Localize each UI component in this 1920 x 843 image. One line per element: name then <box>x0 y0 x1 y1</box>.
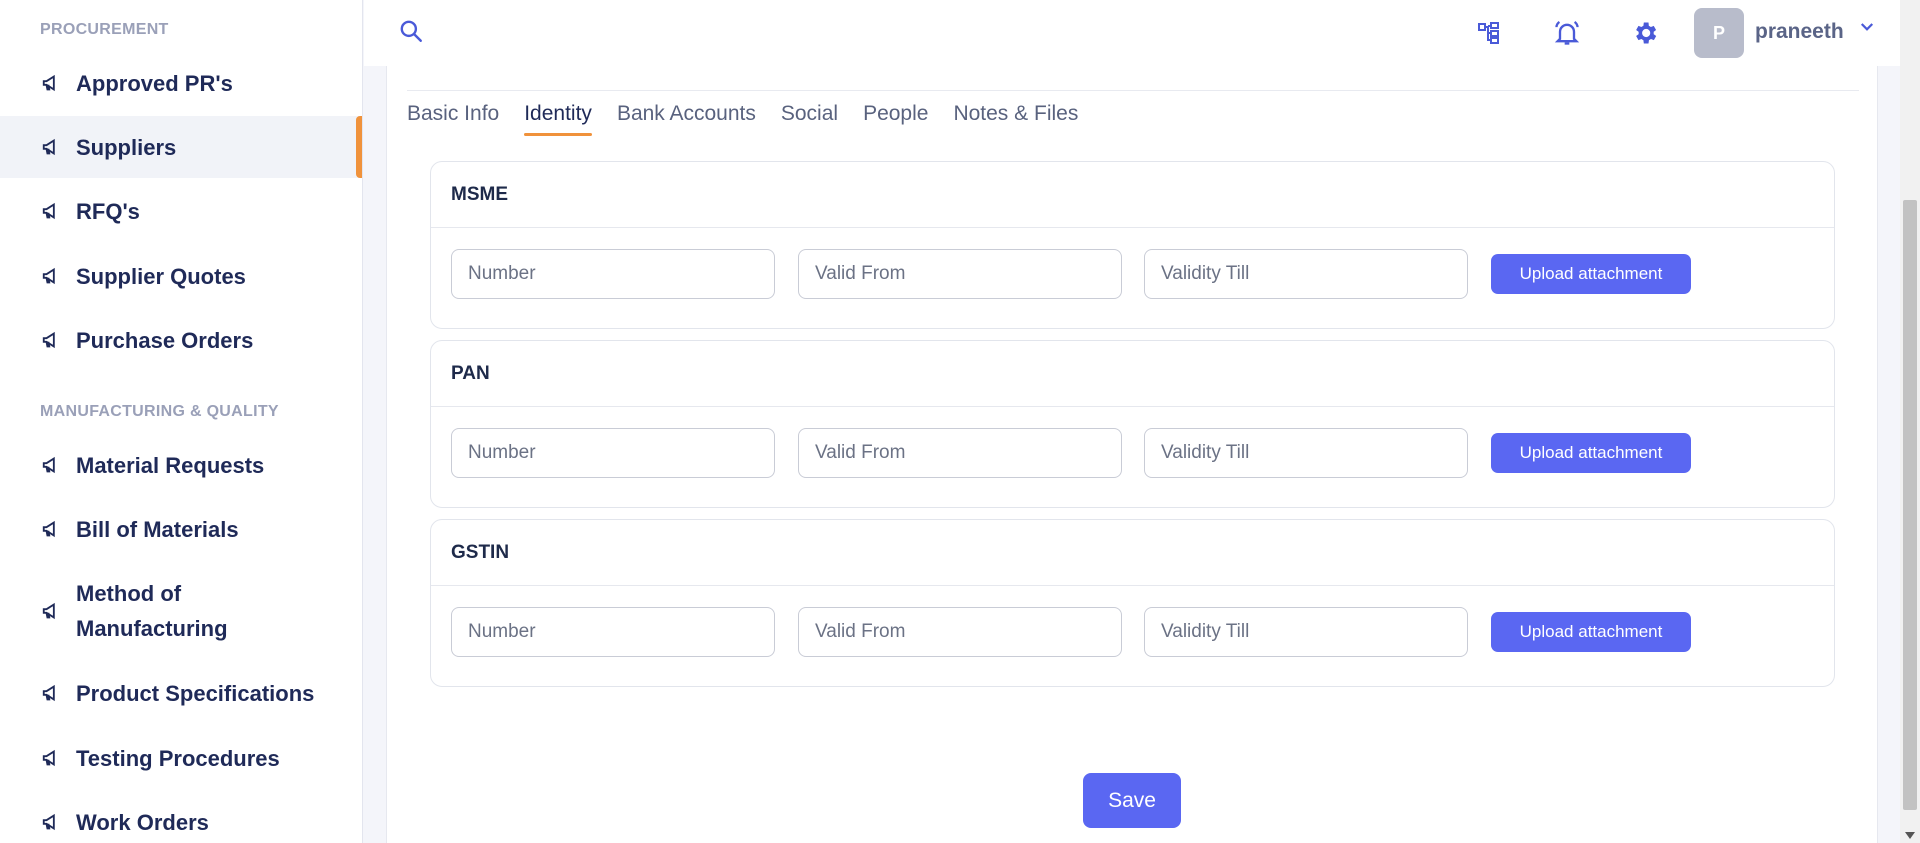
bell-icon[interactable] <box>1550 16 1584 50</box>
sidebar-item-rfqs[interactable]: RFQ's <box>0 180 362 242</box>
sidebar-item-method-of-manufacturing[interactable]: Method of Manufacturing <box>0 564 362 658</box>
megaphone-icon <box>40 71 64 95</box>
sidebar-item-label: Suppliers <box>76 134 177 160</box>
section-title-manufacturing: MANUFACTURING & QUALITY <box>40 403 279 420</box>
scroll-down-arrow-icon[interactable] <box>1905 832 1915 839</box>
sidebar-item-product-specifications[interactable]: Product Specifications <box>0 662 362 724</box>
sidebar-item-bill-of-materials[interactable]: Bill of Materials <box>0 498 362 560</box>
tab-basic-info[interactable]: Basic Info <box>407 102 499 136</box>
tab-bank-accounts[interactable]: Bank Accounts <box>617 102 756 136</box>
sidebar-item-label: Supplier Quotes <box>76 263 246 289</box>
sidebar-item-approved-prs[interactable]: Approved PR's <box>0 52 362 114</box>
avatar[interactable]: P <box>1694 8 1744 58</box>
pan-valid-from-input[interactable] <box>798 428 1122 478</box>
msme-number-input[interactable] <box>451 249 775 299</box>
megaphone-icon <box>40 599 64 623</box>
megaphone-icon <box>40 681 64 705</box>
sidebar-item-label: Approved PR's <box>76 70 233 96</box>
gstin-number-input[interactable] <box>451 607 775 657</box>
megaphone-icon <box>40 264 64 288</box>
msme-upload-button[interactable]: Upload attachment <box>1491 254 1691 294</box>
panel-divider <box>431 585 1834 586</box>
panel-divider <box>431 227 1834 228</box>
megaphone-icon <box>40 517 64 541</box>
gstin-validity-till-input[interactable] <box>1144 607 1468 657</box>
sidebar-item-material-requests[interactable]: Material Requests <box>0 434 362 496</box>
pan-validity-till-input[interactable] <box>1144 428 1468 478</box>
sidebar-item-purchase-orders[interactable]: Purchase Orders <box>0 309 362 371</box>
megaphone-icon <box>40 810 64 834</box>
msme-validity-till-input[interactable] <box>1144 249 1468 299</box>
megaphone-icon <box>40 135 64 159</box>
panel-title: PAN <box>451 363 490 384</box>
tab-social[interactable]: Social <box>781 102 838 136</box>
panel-title: MSME <box>451 184 508 205</box>
gstin-valid-from-input[interactable] <box>798 607 1122 657</box>
section-title-procurement: PROCUREMENT <box>40 21 169 38</box>
pan-number-input[interactable] <box>451 428 775 478</box>
save-button[interactable]: Save <box>1083 773 1181 828</box>
page-scrollbar[interactable] <box>1900 0 1920 843</box>
panel-title: GSTIN <box>451 542 510 563</box>
pan-upload-button[interactable]: Upload attachment <box>1491 433 1691 473</box>
megaphone-icon <box>40 746 64 770</box>
sidebar-item-label: Bill of Materials <box>76 516 239 542</box>
gstin-panel: GSTIN Upload attachment <box>430 519 1835 687</box>
sidebar-item-work-orders[interactable]: Work Orders <box>0 791 362 843</box>
msme-valid-from-input[interactable] <box>798 249 1122 299</box>
tab-people[interactable]: People <box>863 102 928 136</box>
sidebar-item-label: Material Requests <box>76 452 265 478</box>
user-name[interactable]: praneeth <box>1755 20 1844 44</box>
msme-panel: MSME Upload attachment <box>430 161 1835 329</box>
sidebar-item-label: Testing Procedures <box>76 745 280 771</box>
megaphone-icon <box>40 453 64 477</box>
sidebar-item-testing-procedures[interactable]: Testing Procedures <box>0 727 362 789</box>
megaphone-icon <box>40 328 64 352</box>
megaphone-icon <box>40 199 64 223</box>
tab-bar: Basic Info Identity Bank Accounts Social… <box>407 102 1103 136</box>
tab-notes-files[interactable]: Notes & Files <box>953 102 1078 136</box>
sidebar-item-label: RFQ's <box>76 198 140 224</box>
tab-identity[interactable]: Identity <box>524 102 592 136</box>
scrollbar-thumb[interactable] <box>1903 200 1917 810</box>
gear-icon[interactable] <box>1628 16 1662 50</box>
top-bar: P praneeth <box>364 0 1900 66</box>
sidebar-item-suppliers[interactable]: Suppliers <box>0 116 362 178</box>
hierarchy-icon[interactable] <box>1472 16 1506 50</box>
supplier-form-card: Basic Info Identity Bank Accounts Social… <box>386 66 1878 843</box>
sidebar-item-label: Work Orders <box>76 809 209 835</box>
card-divider <box>407 90 1859 91</box>
chevron-down-icon[interactable] <box>1858 18 1878 38</box>
panel-divider <box>431 406 1834 407</box>
sidebar-item-label: Purchase Orders <box>76 327 254 353</box>
sidebar-item-label: Method of Manufacturing <box>76 581 228 641</box>
search-icon[interactable] <box>398 18 430 50</box>
sidebar-item-supplier-quotes[interactable]: Supplier Quotes <box>0 245 362 307</box>
gstin-upload-button[interactable]: Upload attachment <box>1491 612 1691 652</box>
pan-panel: PAN Upload attachment <box>430 340 1835 508</box>
sidebar-item-label: Product Specifications <box>76 680 315 706</box>
sidebar: PROCUREMENT Approved PR's Suppliers RFQ'… <box>0 0 363 843</box>
